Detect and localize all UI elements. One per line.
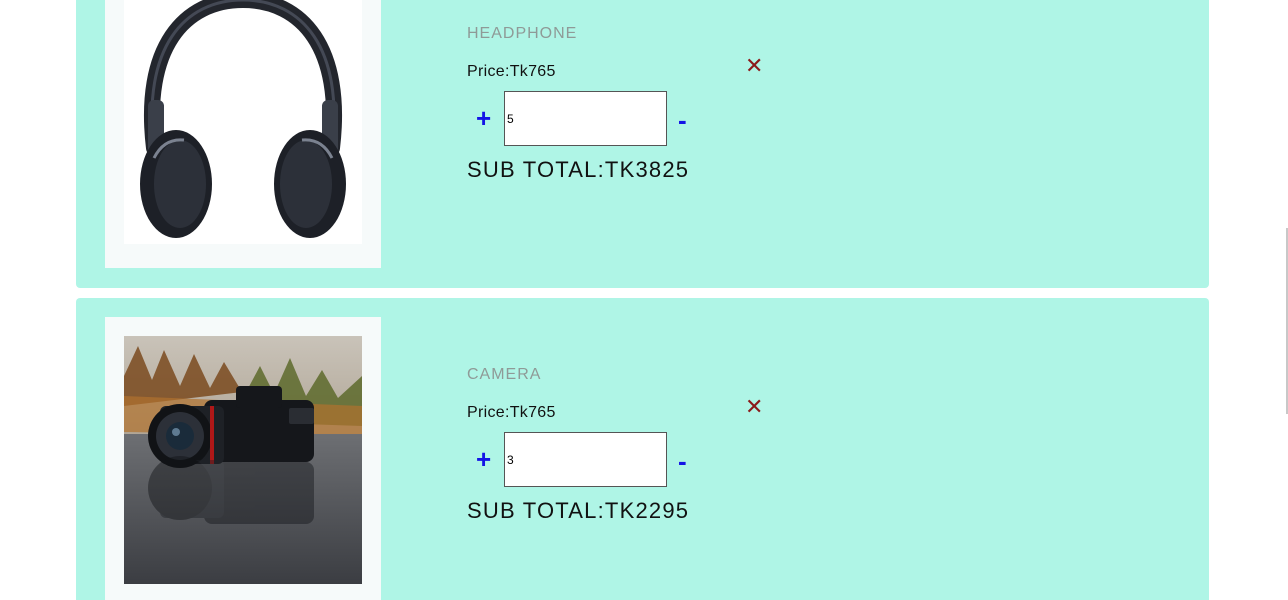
camera-image <box>124 336 362 584</box>
cart-item-card: HEADPHONE Price:Tk765 ✕ + - SUB TOTAL:TK… <box>76 0 1209 288</box>
cart-item-card: CAMERA Price:Tk765 ✕ + - SUB TOTAL:TK229… <box>76 298 1209 600</box>
decrement-quantity-button[interactable]: - <box>678 107 687 133</box>
item-subtotal: SUB TOTAL:TK2295 <box>467 498 690 523</box>
product-image-frame <box>105 317 381 600</box>
close-icon: ✕ <box>745 394 764 419</box>
item-subtotal: SUB TOTAL:TK3825 <box>467 157 690 182</box>
close-icon: ✕ <box>745 53 764 78</box>
decrement-quantity-button[interactable]: - <box>678 448 687 474</box>
quantity-input[interactable] <box>504 91 667 146</box>
product-price: Price:Tk765 <box>467 63 556 80</box>
quantity-input[interactable] <box>504 432 667 487</box>
headphone-image <box>124 0 362 244</box>
remove-item-button[interactable]: ✕ <box>745 55 763 77</box>
cart-page: HEADPHONE Price:Tk765 ✕ + - SUB TOTAL:TK… <box>0 0 1288 600</box>
product-name: HEADPHONE <box>467 25 578 42</box>
product-price: Price:Tk765 <box>467 404 556 421</box>
increment-quantity-button[interactable]: + <box>476 446 491 472</box>
increment-quantity-button[interactable]: + <box>476 105 491 131</box>
product-image-frame <box>105 0 381 268</box>
product-name: CAMERA <box>467 366 542 383</box>
remove-item-button[interactable]: ✕ <box>745 396 763 418</box>
